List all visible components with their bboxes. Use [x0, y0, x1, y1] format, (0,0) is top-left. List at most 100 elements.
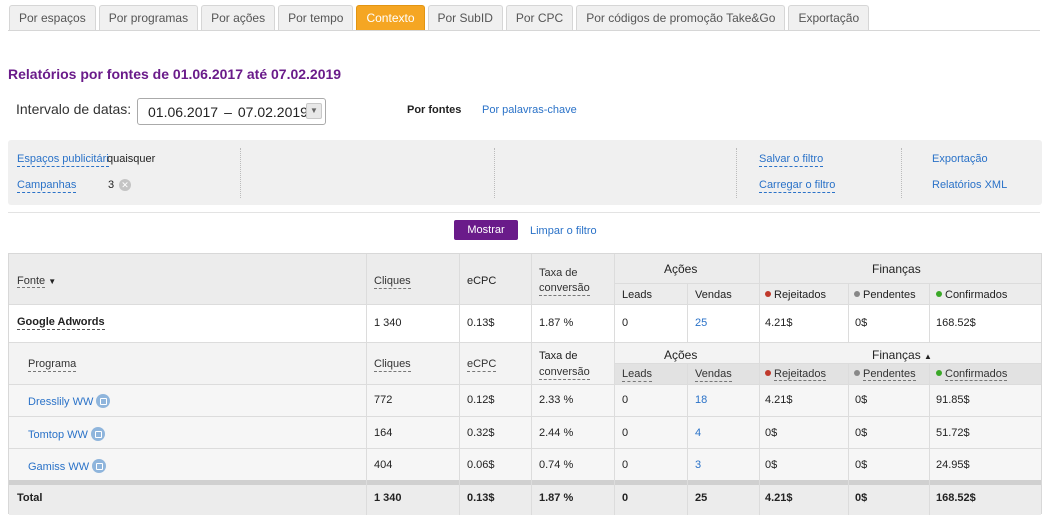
grid-line [614, 342, 615, 515]
program-info-icon[interactable] [92, 459, 107, 473]
grid-line [614, 254, 615, 342]
source-clicks: 1 340 [374, 317, 402, 329]
program-ecpc: 0.32$ [467, 427, 495, 439]
grid-line [687, 363, 688, 515]
column-header-ecpc[interactable]: eCPC [467, 275, 496, 288]
total-pending: 0$ [855, 492, 868, 504]
pending-dot-icon [854, 370, 860, 376]
program-name-cell: Gamiss WW [28, 459, 107, 474]
column-header-leads[interactable]: Leads [622, 289, 652, 302]
save-filter-link[interactable]: Salvar o filtro [759, 153, 824, 167]
column-header-confirmed[interactable]: Confirmados [936, 289, 1007, 302]
program-link[interactable]: Dresslily WW [28, 396, 93, 408]
subcolumn-header-confirmed[interactable]: Confirmados [936, 368, 1008, 381]
date-range-picker[interactable]: 01.06.2017–07.02.2019 ▼ [137, 98, 326, 125]
chevron-down-icon[interactable]: ▼ [306, 103, 322, 119]
column-header-source[interactable]: Fonte ▼ [17, 275, 56, 288]
tab-by-time[interactable]: Por tempo [278, 5, 354, 31]
column-header-conversion-line2[interactable]: conversão [539, 282, 590, 296]
mode-by-keywords-link[interactable]: Por palavras-chave [482, 104, 577, 116]
confirmed-dot-icon [936, 370, 942, 376]
program-clicks: 772 [374, 394, 393, 406]
program-link[interactable]: Gamiss WW [28, 461, 89, 473]
tab-by-promo-codes[interactable]: Por códigos de promoção Take&Go [576, 5, 786, 31]
column-header-rejected[interactable]: Rejeitados [765, 289, 826, 302]
subcolumn-header-rejected[interactable]: Rejeitados [765, 368, 826, 381]
subcolumn-header-conversion-line2[interactable]: conversão [539, 366, 590, 380]
column-group-actions: Ações [664, 262, 698, 276]
program-rejected: 0$ [765, 427, 778, 439]
campaigns-filter-link[interactable]: Campanhas [17, 179, 77, 193]
program-info-icon[interactable] [90, 427, 105, 441]
program-ecpc: 0.06$ [467, 459, 495, 471]
tab-by-cpc[interactable]: Por CPC [505, 5, 574, 31]
page-title: Relatórios por fontes de 01.06.2017 até … [8, 66, 342, 82]
filter-divider [736, 148, 737, 198]
total-clicks: 1 340 [374, 492, 402, 504]
xml-reports-link[interactable]: Relatórios XML [932, 179, 1007, 192]
total-row-bg [9, 485, 1041, 515]
program-name-cell: Dresslily WW [28, 394, 111, 409]
total-rejected: 4.21$ [765, 492, 793, 504]
date-range-label: Intervalo de datas: [16, 101, 132, 117]
program-link[interactable]: Tomtop WW [28, 429, 88, 441]
program-pending: 0$ [855, 394, 868, 406]
grid-line [366, 342, 367, 515]
program-leads: 0 [622, 427, 629, 439]
filter-divider [494, 148, 495, 198]
subcolumn-group-finance[interactable]: Finanças ▲ [872, 349, 932, 363]
source-sales-link[interactable]: 25 [695, 317, 707, 330]
confirmed-dot-icon [936, 291, 942, 297]
subcolumn-group-actions: Ações [664, 348, 698, 362]
program-confirmed: 24.95$ [936, 459, 970, 471]
program-sales-link[interactable]: 3 [695, 459, 701, 472]
grid-line [9, 304, 1041, 305]
subcolumn-header-ecpc[interactable]: eCPC [467, 358, 497, 372]
source-ecpc: 0.13$ [467, 317, 495, 329]
grid-line [366, 254, 367, 342]
sort-down-icon: ▼ [48, 277, 57, 286]
column-header-sales[interactable]: Vendas [695, 289, 732, 302]
source-pending: 0$ [855, 317, 868, 329]
subcolumn-header-program[interactable]: Programa [28, 358, 77, 372]
filter-divider [240, 148, 241, 198]
source-leads: 0 [622, 317, 629, 329]
total-leads: 0 [622, 492, 629, 504]
program-conversion: 2.44 % [539, 427, 574, 439]
column-header-conversion-line1[interactable]: Taxa de [539, 267, 578, 280]
clear-filter-link[interactable]: Limpar o filtro [530, 225, 597, 237]
tab-context[interactable]: Contexto [356, 5, 425, 31]
tab-by-programs[interactable]: Por programas [98, 5, 199, 31]
total-confirmed: 168.52$ [936, 492, 976, 504]
subcolumn-header-pending[interactable]: Pendentes [854, 368, 916, 381]
tab-by-subid[interactable]: Por SubID [427, 5, 503, 31]
program-info-icon[interactable] [96, 394, 111, 408]
load-filter-link[interactable]: Carregar o filtro [759, 179, 836, 193]
program-leads: 0 [622, 459, 629, 471]
export-link[interactable]: Exportação [932, 153, 988, 166]
tab-export[interactable]: Exportação [788, 5, 870, 31]
source-rejected: 4.21$ [765, 317, 793, 329]
program-rejected: 0$ [765, 459, 778, 471]
date-to: 07.02.2019 [237, 104, 308, 120]
rejected-dot-icon [765, 370, 771, 376]
tab-by-spaces[interactable]: Por espaços [9, 5, 96, 31]
subcolumn-header-conversion-line1[interactable]: Taxa de [539, 350, 578, 363]
source-google-adwords[interactable]: Google Adwords [17, 316, 105, 330]
total-label: Total [17, 492, 43, 504]
grid-line [848, 283, 849, 342]
grid-line [687, 283, 688, 342]
column-header-clicks[interactable]: Cliques [374, 275, 411, 289]
tab-by-actions[interactable]: Por ações [201, 5, 276, 31]
program-sales-link[interactable]: 18 [695, 394, 707, 407]
program-sales-link[interactable]: 4 [695, 427, 701, 440]
column-header-pending[interactable]: Pendentes [854, 289, 916, 302]
tabs-divider [8, 30, 1040, 31]
ad-spaces-filter-link[interactable]: Espaços publicitári [17, 153, 109, 167]
subcolumn-header-leads[interactable]: Leads [622, 368, 652, 382]
subcolumn-header-sales[interactable]: Vendas [695, 368, 732, 382]
date-from: 01.06.2017 [148, 104, 219, 120]
show-button[interactable]: Mostrar [454, 220, 518, 240]
clear-campaigns-icon[interactable]: ✕ [119, 179, 131, 191]
subcolumn-header-clicks[interactable]: Cliques [374, 358, 411, 372]
